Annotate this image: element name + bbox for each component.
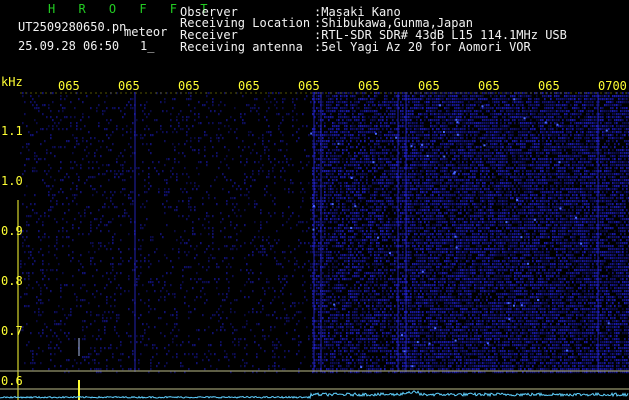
speckle (312, 228, 315, 231)
time-tick-label: 065 (118, 79, 140, 93)
speckle (508, 318, 511, 321)
speckle (350, 226, 353, 229)
freq-tick-label: 0.7 (1, 324, 23, 338)
speckle (401, 334, 404, 337)
speckle (559, 207, 562, 210)
speckle (360, 366, 363, 369)
speckle (575, 216, 578, 219)
speckle (443, 155, 446, 158)
speckle (331, 203, 334, 206)
speckle (544, 121, 547, 124)
speckle (527, 262, 530, 265)
speckle (434, 327, 437, 330)
time-tick-label: 065 (178, 79, 200, 93)
speckle (354, 205, 357, 208)
speckle (486, 342, 489, 345)
speckle (456, 121, 459, 124)
speckle (455, 246, 458, 249)
speckle (426, 154, 429, 157)
speckle (310, 132, 313, 135)
time-tick-label: 065 (238, 79, 260, 93)
freq-tick-label: 0.6 (1, 374, 23, 388)
khz-unit-label: kHz (1, 75, 23, 89)
time-tick-label: 065 (418, 79, 440, 93)
speckle (520, 236, 523, 239)
speckle (558, 161, 561, 164)
speckle (512, 304, 515, 307)
speckle (421, 143, 424, 146)
spectrogram (0, 92, 629, 400)
freq-tick-label: 1.0 (1, 174, 23, 188)
speckle (556, 123, 559, 126)
freq-tick-label: 1.1 (1, 124, 23, 138)
noise-field (20, 92, 629, 374)
speckle (456, 133, 459, 136)
speckle (376, 236, 379, 239)
speckle (428, 342, 431, 345)
speckle (523, 117, 526, 120)
speckle (516, 198, 519, 201)
speckle (483, 144, 486, 147)
speckle (513, 98, 516, 101)
time-tick-label: 065 (358, 79, 380, 93)
speckle (411, 365, 414, 368)
time-tick-label: 065 (478, 79, 500, 93)
speckle (520, 304, 523, 307)
power-trace (0, 390, 629, 400)
time-tick-label: 0700 (598, 79, 627, 93)
speckle (312, 205, 315, 208)
speckle (388, 252, 391, 255)
speckle (403, 350, 406, 353)
freq-tick-label: 0.9 (1, 224, 23, 238)
speckle (442, 130, 445, 133)
speckle (507, 302, 510, 305)
speckle (565, 349, 568, 352)
speckle (481, 105, 484, 108)
speckle (453, 172, 456, 175)
speckle (337, 142, 340, 145)
speckle (416, 341, 419, 344)
speckle (607, 322, 610, 325)
speckle (454, 235, 457, 238)
time-tick-label: 065 (298, 79, 320, 93)
speckle (580, 242, 583, 245)
speckle (505, 221, 508, 224)
speckle (333, 303, 336, 306)
time-tick-label: 065 (538, 79, 560, 93)
time-tick-label: 065 (58, 79, 80, 93)
speckle (605, 129, 608, 132)
speckle (410, 145, 413, 148)
speckle (533, 218, 536, 221)
speckle (454, 339, 457, 342)
speckle (395, 136, 398, 139)
speckle (421, 270, 424, 273)
speckle (372, 161, 375, 164)
speckle (537, 299, 540, 302)
speckle (350, 177, 353, 180)
speckle (439, 104, 442, 107)
speckle (374, 132, 377, 135)
speckle (455, 118, 458, 121)
freq-tick-label: 0.8 (1, 274, 23, 288)
